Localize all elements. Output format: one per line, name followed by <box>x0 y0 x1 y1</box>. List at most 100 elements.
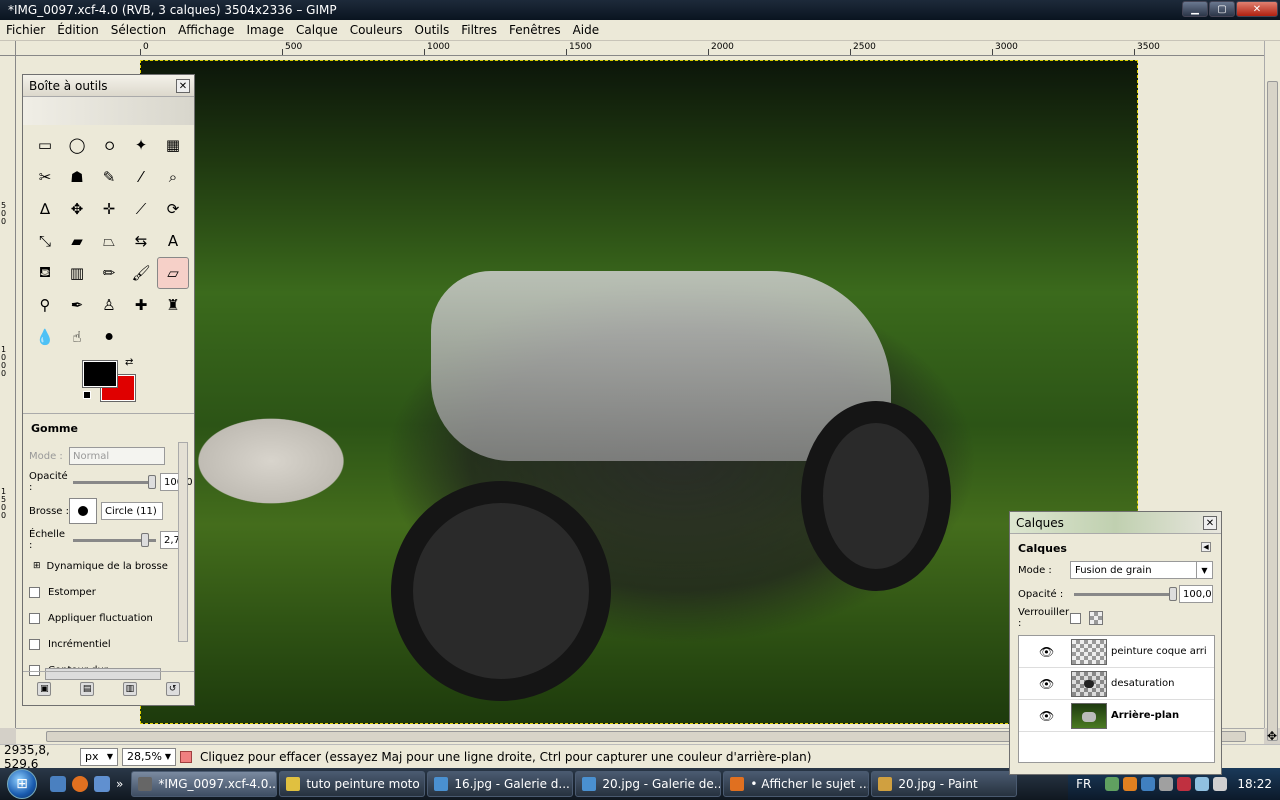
dynamics-row[interactable]: ⊞ Dynamique de la brosse <box>29 553 188 579</box>
layers-close-button[interactable]: ✕ <box>1203 516 1217 530</box>
scale-icon[interactable]: ⤡ <box>29 225 61 257</box>
save-options-icon[interactable]: ▣ <box>37 681 52 696</box>
zoom-icon[interactable]: ⌕ <box>157 161 189 193</box>
checkbox-row[interactable]: Estomper <box>29 579 188 605</box>
lock-pixels-checkbox[interactable] <box>1070 612 1081 624</box>
bucket-fill-icon[interactable]: ⛾ <box>29 257 61 289</box>
color-select-icon[interactable]: ▦ <box>157 129 189 161</box>
minimize-button[interactable]: ▁ <box>1182 1 1208 17</box>
checkbox-row[interactable]: Incrémentiel <box>29 631 188 657</box>
swap-colors-icon[interactable]: ⇄ <box>125 357 133 368</box>
text-icon[interactable]: A <box>157 225 189 257</box>
toolbox-title-bar[interactable]: Boîte à outils ✕ <box>23 75 194 97</box>
tool-options-scrollbar[interactable] <box>178 442 188 642</box>
layer-mode-select[interactable]: Fusion de grain ▼ <box>1070 561 1213 579</box>
horizontal-ruler[interactable]: 0 500 1000 1500 2000 2500 3000 3500 <box>16 41 1264 56</box>
clock[interactable]: 18:22 <box>1237 777 1272 791</box>
zoom-select[interactable]: 28,5% ▼ <box>122 747 176 766</box>
firefox-icon[interactable] <box>72 776 88 792</box>
scale-slider-knob[interactable] <box>140 532 149 547</box>
paintbrush-icon[interactable]: 🖌 <box>125 257 157 289</box>
tray-app-icon[interactable] <box>1123 777 1138 791</box>
lock-alpha-icon[interactable] <box>1089 611 1103 625</box>
fuzzy-select-icon[interactable]: ✦ <box>125 129 157 161</box>
menu-couleurs[interactable]: Couleurs <box>344 23 409 37</box>
brush-name-field[interactable]: Circle (11) <box>101 502 163 520</box>
motorcycle-photo[interactable] <box>140 60 1138 724</box>
layer-opacity-knob[interactable] <box>1169 586 1177 601</box>
taskbar-button[interactable]: 20.jpg - Galerie de... <box>575 771 722 797</box>
heal-icon[interactable]: ✚ <box>125 289 157 321</box>
delete-options-icon[interactable]: ▥ <box>122 681 137 696</box>
free-select-icon[interactable]: ഠ <box>93 129 125 161</box>
taskbar-button[interactable]: tuto peinture moto <box>279 771 426 797</box>
taskbar-button[interactable]: • Afficher le sujet ... <box>723 771 870 797</box>
layer-item[interactable]: 👁 peinture coque arri <box>1019 636 1214 668</box>
menu-selection[interactable]: Sélection <box>105 23 172 37</box>
menu-outils[interactable]: Outils <box>409 23 456 37</box>
pencil-icon[interactable]: ✏ <box>93 257 125 289</box>
taskbar-button[interactable]: 20.jpg - Paint <box>871 771 1018 797</box>
rect-select-icon[interactable]: ▭ <box>29 129 61 161</box>
layer-opacity-input[interactable]: 100,0 <box>1179 585 1213 603</box>
layer-item[interactable]: 👁 Arrière-plan <box>1019 700 1214 732</box>
incremental-checkbox[interactable] <box>29 638 40 650</box>
restore-options-icon[interactable]: ▤ <box>80 681 95 696</box>
menu-aide[interactable]: Aide <box>567 23 606 37</box>
reset-colors-icon[interactable] <box>83 391 91 399</box>
menu-image[interactable]: Image <box>240 23 290 37</box>
ink-icon[interactable]: ✒ <box>61 289 93 321</box>
maximize-button[interactable]: ▢ <box>1209 1 1235 17</box>
more-quicklaunch-icon[interactable]: » <box>116 777 123 791</box>
reset-options-icon[interactable]: ↺ <box>165 681 180 696</box>
estomper-checkbox[interactable] <box>29 586 40 598</box>
menu-affichage[interactable]: Affichage <box>172 23 240 37</box>
ellipse-select-icon[interactable]: ◯ <box>61 129 93 161</box>
clone-icon[interactable]: ♙ <box>93 289 125 321</box>
menu-fichier[interactable]: Fichier <box>0 23 51 37</box>
mode-select[interactable]: Normal <box>69 447 165 465</box>
layers-menu-icon[interactable]: ◀ <box>1201 542 1211 552</box>
unit-select[interactable]: px ▼ <box>80 747 118 766</box>
eraser-icon[interactable]: ▱ <box>157 257 189 289</box>
menu-calque[interactable]: Calque <box>290 23 344 37</box>
brush-preview[interactable] <box>69 498 97 524</box>
chevron-down-icon[interactable]: ▼ <box>1196 562 1212 578</box>
align-icon[interactable]: ✛ <box>93 193 125 225</box>
layer-opacity-slider[interactable] <box>1074 586 1177 601</box>
checkbox-row[interactable]: Appliquer fluctuation <box>29 605 188 631</box>
shear-icon[interactable]: ▰ <box>61 225 93 257</box>
paths-icon[interactable]: ✎ <box>93 161 125 193</box>
toolbox-close-button[interactable]: ✕ <box>176 79 190 93</box>
menu-fenetres[interactable]: Fenêtres <box>503 23 567 37</box>
crop-icon[interactable]: ⟋ <box>125 193 157 225</box>
foreground-select-icon[interactable]: ☗ <box>61 161 93 193</box>
scale-slider[interactable] <box>73 532 156 547</box>
layer-item[interactable]: 👁 desaturation <box>1019 668 1214 700</box>
blur-icon[interactable]: 💧 <box>29 321 61 353</box>
network-icon[interactable] <box>1105 777 1120 791</box>
vertical-ruler[interactable]: 500 1000 1500 <box>0 56 16 728</box>
move-icon[interactable]: ✥ <box>61 193 93 225</box>
blend-icon[interactable]: ▥ <box>61 257 93 289</box>
tray-app-icon[interactable] <box>1177 777 1192 791</box>
scissors-select-icon[interactable]: ✂ <box>29 161 61 193</box>
ruler-corner[interactable] <box>0 41 16 56</box>
language-indicator[interactable]: FR <box>1076 777 1091 791</box>
vertical-scroll-thumb[interactable] <box>1267 81 1278 741</box>
close-button[interactable]: ✕ <box>1236 1 1278 17</box>
taskbar-button[interactable]: *IMG_0097.xcf-4.0... <box>131 771 278 797</box>
airbrush-icon[interactable]: ⚲ <box>29 289 61 321</box>
vertical-scrollbar[interactable] <box>1264 41 1280 741</box>
opacity-slider[interactable] <box>73 474 156 489</box>
smudge-icon[interactable]: ☝ <box>61 321 93 353</box>
measure-icon[interactable]: ∆ <box>29 193 61 225</box>
volume-icon[interactable] <box>1213 777 1228 791</box>
navigate-icon[interactable]: ✥ <box>1264 728 1280 744</box>
tray-app-icon[interactable] <box>1141 777 1156 791</box>
fluctuation-checkbox[interactable] <box>29 612 40 624</box>
perspective-icon[interactable]: ⏢ <box>93 225 125 257</box>
tray-app-icon[interactable] <box>1159 777 1174 791</box>
flip-icon[interactable]: ⇆ <box>125 225 157 257</box>
taskbar-button[interactable]: 16.jpg - Galerie d... <box>427 771 574 797</box>
